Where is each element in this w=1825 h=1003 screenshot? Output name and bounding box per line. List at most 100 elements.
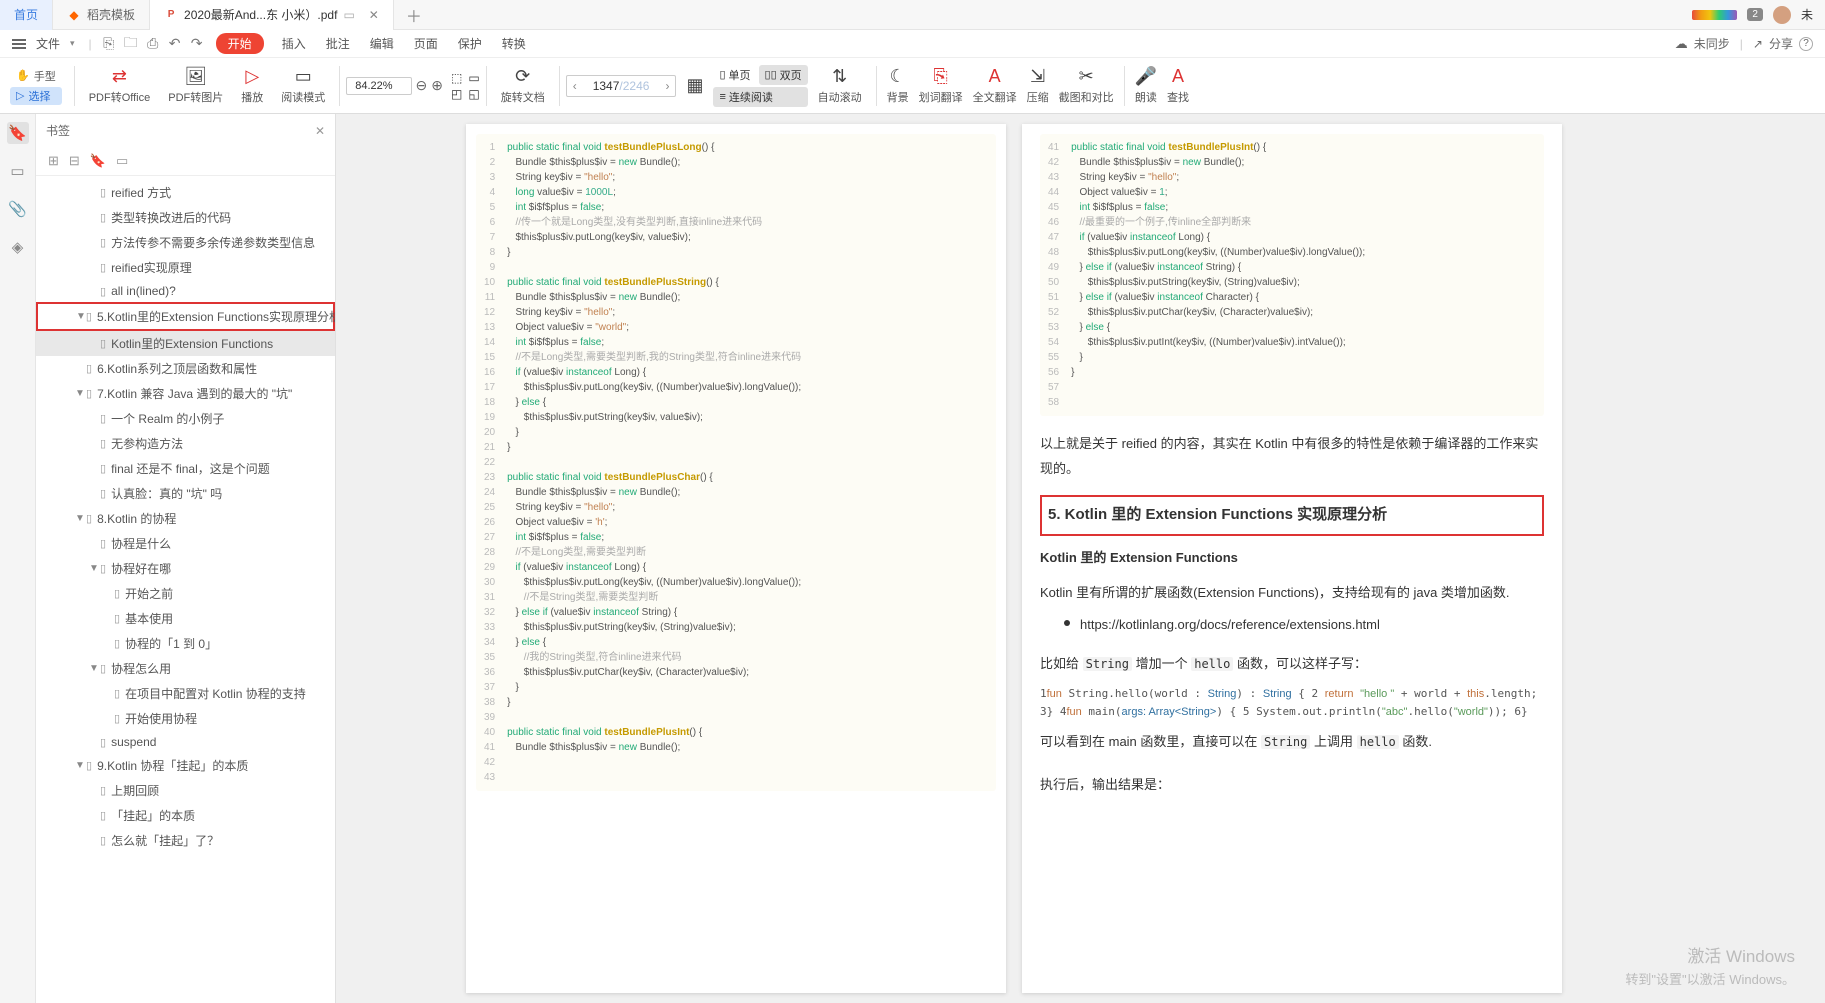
menu-annotate[interactable]: 批注 [318,35,358,52]
bookmark-item[interactable]: ▯开始使用协程 [36,706,335,731]
cloud-icon[interactable]: ☁ [1675,36,1688,52]
print-icon[interactable]: ⎙ [144,35,162,53]
share-icon[interactable]: ↗ [1753,37,1763,51]
twisty-icon[interactable]: ▼ [74,760,86,771]
help-icon[interactable]: ? [1799,37,1813,51]
folder-icon[interactable]: 🗀 [122,35,140,53]
start-tab[interactable]: 开始 [216,33,264,54]
close-icon[interactable]: ✕ [369,8,379,22]
compress[interactable]: ⇲压缩 [1023,58,1053,113]
menu-page[interactable]: 页面 [406,35,446,52]
tab-overflow-icon[interactable]: ▭ [343,8,354,22]
background[interactable]: ☾背景 [883,58,913,113]
chevron-down-icon[interactable]: ▾ [70,38,75,49]
twisty-icon[interactable]: ▼ [74,388,86,399]
prev-page-icon[interactable]: ‹ [567,79,583,93]
bookmark-item[interactable]: ▯认真脸：真的 "坑" 吗 [36,481,335,506]
bookmark-item[interactable]: ▼▯8.Kotlin 的协程 [36,506,335,531]
bookmark-item[interactable]: ▯在项目中配置对 Kotlin 协程的支持 [36,681,335,706]
bookmark-item[interactable]: ▯「挂起」的本质 [36,803,335,828]
next-page-icon[interactable]: › [659,79,675,93]
read-mode[interactable]: ▭阅读模式 [273,58,333,113]
bookmark-nav-icon[interactable]: ▭ [116,153,128,169]
bookmark-item[interactable]: ▯Kotlin里的Extension Functions [36,331,335,356]
bookmark-item[interactable]: ▯无参构造方法 [36,431,335,456]
new-tab-button[interactable]: ＋ [394,3,434,27]
bookmark-item[interactable]: ▼▯9.Kotlin 协程「挂起」的本质 [36,753,335,778]
menu-convert[interactable]: 转换 [494,35,534,52]
open-icon[interactable]: ⎘ [100,35,118,53]
find[interactable]: A查找 [1163,58,1193,113]
zoom-out-icon[interactable]: ⊖ [416,77,428,94]
full-translate[interactable]: A全文翻译 [969,58,1021,113]
actual-size-icon[interactable]: ◰ [451,87,462,101]
hand-tool[interactable]: ✋手型 [10,67,62,85]
twisty-icon[interactable]: ▼ [88,663,100,674]
extension-link[interactable]: https://kotlinlang.org/docs/reference/ex… [1080,613,1380,638]
close-panel-icon[interactable]: ✕ [315,124,325,138]
fit-page-icon[interactable]: ▭ [468,71,479,85]
bookmark-item[interactable]: ▯reified 方式 [36,180,335,205]
menu-edit[interactable]: 编辑 [362,35,402,52]
bookmark-item[interactable]: ▯上期回顾 [36,778,335,803]
undo-icon[interactable]: ↶ [166,35,184,53]
bookmark-item[interactable]: ▯协程的「1 到 0」 [36,631,335,656]
bookmark-item[interactable]: ▼▯7.Kotlin 兼容 Java 遇到的最大的 "坑" [36,381,335,406]
continuous-read[interactable]: ≡ 连续阅读 [713,87,807,107]
sync-label[interactable]: 未同步 [1694,35,1730,52]
document-area[interactable]: 1 2 3 4 5 6 7 8 9 10 11 12 13 14 15 16 1… [336,114,1825,1003]
tab-templates[interactable]: ◆ 稻壳模板 [53,0,150,30]
fit-width-icon[interactable]: ⬚ [451,71,462,85]
collapse-all-icon[interactable]: ⊟ [69,153,80,169]
zoom-region-icon[interactable]: ◱ [468,87,479,101]
bookmark-item[interactable]: ▯reified实现原理 [36,255,335,280]
bookmark-icon[interactable]: 🔖 [7,122,29,144]
avatar[interactable] [1773,6,1791,24]
bookmark-item[interactable]: ▼▯协程怎么用 [36,656,335,681]
bookmark-item[interactable]: ▯suspend [36,731,335,753]
notif-badge[interactable]: 2 [1747,8,1763,21]
outline-icon[interactable]: ▭ [7,160,29,182]
single-page[interactable]: ▯ 单页 [713,65,756,85]
bookmark-item[interactable]: ▼▯5.Kotlin里的Extension Functions实现原理分析 [36,302,335,331]
bookmark-item[interactable]: ▯怎么就「挂起」了？ [36,828,335,853]
bookmark-item[interactable]: ▯all in(lined)? [36,280,335,302]
rotate[interactable]: ⟳旋转文档 [493,58,553,113]
twisty-icon[interactable]: ▼ [76,311,86,322]
play-button[interactable]: ▷播放 [233,58,271,113]
read-aloud[interactable]: 🎤朗读 [1131,58,1161,113]
current-page[interactable]: 1347 [593,79,620,93]
expand-all-icon[interactable]: ⊞ [48,153,59,169]
bookmark-item[interactable]: ▯类型转换改进后的代码 [36,205,335,230]
zoom-in-icon[interactable]: ⊕ [431,77,443,94]
bookmark-item[interactable]: ▯final 还是不 final，这是个问题 [36,456,335,481]
autoscroll[interactable]: ⇅自动滚动 [810,58,870,113]
layers-icon[interactable]: ◈ [7,236,29,258]
bookmark-list[interactable]: ▯reified 方式▯类型转换改进后的代码▯方法传参不需要多余传递参数类型信息… [36,176,335,1003]
pdf-to-image[interactable]: 🖼PDF转图片 [160,58,231,113]
tab-document[interactable]: P 2020最新And...东 小米）.pdf ▭ ✕ [150,0,394,30]
hamburger-icon[interactable] [12,39,26,49]
page-navigator[interactable]: ‹ 1347/2246 › [566,75,677,97]
bookmark-item[interactable]: ▯协程是什么 [36,531,335,556]
twisty-icon[interactable]: ▼ [88,563,100,574]
menu-protect[interactable]: 保护 [450,35,490,52]
add-bookmark-icon[interactable]: 🔖 [90,153,106,169]
pdf-to-office[interactable]: ⇄PDF转Office [81,58,159,113]
file-menu[interactable]: 文件 [36,35,60,52]
bookmark-item[interactable]: ▯开始之前 [36,581,335,606]
share-label[interactable]: 分享 [1769,35,1793,52]
bookmark-item[interactable]: ▯方法传参不需要多余传递参数类型信息 [36,230,335,255]
bookmark-item[interactable]: ▯基本使用 [36,606,335,631]
select-tool[interactable]: ▷选择 [10,87,62,105]
crop-compare[interactable]: ✂截图和对比 [1055,58,1118,113]
redo-icon[interactable]: ↷ [188,35,206,53]
menu-insert[interactable]: 插入 [274,35,314,52]
thumbnails[interactable]: ▦ [678,58,711,113]
double-page[interactable]: ▯▯ 双页 [759,65,808,85]
zoom-level[interactable]: 84.22% [346,77,411,95]
tab-home[interactable]: 首页 [0,0,53,30]
twisty-icon[interactable]: ▼ [74,513,86,524]
bookmark-item[interactable]: ▼▯协程好在哪 [36,556,335,581]
attachment-icon[interactable]: 📎 [7,198,29,220]
